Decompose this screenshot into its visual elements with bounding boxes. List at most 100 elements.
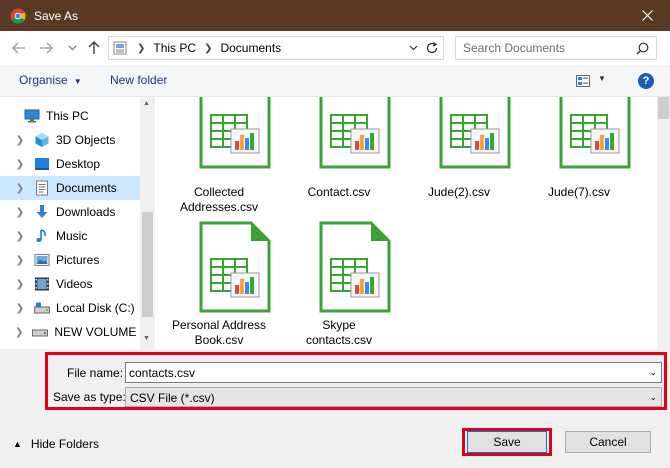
chevron-right-icon[interactable]: ❯ [15, 207, 25, 218]
chevron-down-icon[interactable]: ⌄ [649, 392, 657, 403]
nav-item-label: Pictures [56, 253, 100, 267]
forward-arrow-icon [40, 42, 53, 54]
nav-item-label: Local Disk (C:) [56, 301, 135, 315]
nav-item-label: 3D Objects [56, 133, 116, 147]
chevron-right-icon[interactable]: ❯ [15, 279, 25, 290]
chevron-down-icon [68, 45, 76, 51]
nav-item-label: Downloads [56, 205, 116, 219]
close-icon [641, 10, 653, 21]
nav-item-label: This PC [46, 109, 89, 123]
chevron-right-icon[interactable]: ❯ [15, 231, 25, 242]
nav-item-3d-objects[interactable]: ❯ 3D Objects [0, 128, 140, 152]
file-name: Personal Address [171, 318, 267, 332]
command-toolbar: Organise ▼ New folder ▼ ? [0, 65, 670, 97]
nav-item-videos[interactable]: ❯ Videos [0, 272, 140, 296]
save-button[interactable]: Save [467, 431, 547, 453]
chevron-down-icon[interactable]: ⌄ [649, 367, 657, 378]
nav-item-documents[interactable]: ❯ Documents [0, 176, 140, 200]
nav-item-pictures[interactable]: ❯ Pictures [0, 248, 140, 272]
nav-item-downloads[interactable]: ❯ Downloads [0, 200, 140, 224]
nav-item-music[interactable]: ❯ Music [0, 224, 140, 248]
save-as-type-value: CSV File (*.csv) [130, 391, 215, 405]
chevron-down-icon [409, 45, 417, 51]
close-button[interactable] [624, 0, 670, 31]
organise-label: Organise [19, 73, 68, 87]
breadcrumb-separator-icon: ❯ [204, 42, 213, 54]
file-list-scrollbar[interactable] [657, 97, 670, 349]
address-row: ❯ This PC ❯ Documents [0, 31, 670, 65]
chevron-right-icon[interactable]: ❯ [15, 303, 25, 314]
help-icon[interactable]: ? [638, 73, 654, 89]
back-button[interactable] [11, 40, 27, 56]
address-bar[interactable]: ❯ This PC ❯ Documents [108, 36, 444, 60]
new-folder-button[interactable]: New folder [110, 73, 167, 87]
refresh-icon[interactable] [425, 41, 439, 55]
hide-folders-label: Hide Folders [30, 437, 99, 451]
scrollbar-thumb[interactable] [142, 212, 153, 317]
file-name: Book.csv [194, 333, 244, 347]
save-as-type-select[interactable]: CSV File (*.csv) ⌄ [125, 387, 662, 407]
chevron-right-icon[interactable]: ❯ [15, 159, 25, 170]
scrollbar-thumb[interactable] [658, 97, 669, 119]
nav-item-label: Music [56, 229, 88, 243]
scroll-down-icon[interactable]: ▼ [143, 335, 150, 342]
chevron-right-icon[interactable]: ❯ [15, 327, 23, 338]
chrome-icon [10, 8, 26, 24]
file-name-label: File name: [67, 366, 124, 380]
file-name: Addresses.csv [179, 200, 259, 214]
nav-item-desktop[interactable]: ❯ Desktop [0, 152, 140, 176]
nav-pane-scrollbar[interactable]: ▲ ▼ [140, 97, 155, 349]
search-input[interactable] [456, 37, 626, 59]
up-button[interactable] [86, 40, 102, 56]
forward-button[interactable] [38, 40, 54, 56]
view-options-icon[interactable] [576, 75, 590, 87]
nav-item-label: Videos [56, 277, 93, 291]
downloads-icon [36, 205, 48, 218]
chevron-right-icon[interactable]: ❯ [15, 255, 25, 266]
desktop-icon [35, 158, 49, 170]
music-icon [36, 229, 46, 242]
local-disk-icon [34, 302, 50, 314]
address-dropdown-button[interactable] [407, 42, 419, 54]
breadcrumb-documents[interactable]: Documents [218, 41, 283, 55]
breadcrumb-this-pc[interactable]: This PC [151, 41, 198, 55]
scroll-up-icon[interactable]: ▲ [143, 100, 150, 107]
view-dropdown-icon[interactable]: ▼ [598, 74, 606, 83]
file-name: Skype [322, 318, 356, 332]
recent-locations-button[interactable] [64, 40, 80, 56]
spreadsheet-file-icon [199, 97, 271, 169]
file-name-field[interactable]: ⌄ [125, 362, 662, 383]
file-name: Collected [193, 185, 245, 199]
spreadsheet-file-icon [439, 97, 511, 169]
nav-item-new-volume[interactable]: ❯ NEW VOLUME (E [0, 320, 152, 344]
spreadsheet-file-icon [319, 221, 391, 313]
search-icon[interactable] [636, 42, 649, 55]
breadcrumb-separator-icon: ❯ [137, 42, 146, 54]
chevron-right-icon[interactable]: ❯ [15, 135, 25, 146]
hide-folders-button[interactable]: ▲ Hide Folders [13, 437, 99, 451]
this-pc-icon [113, 41, 127, 55]
nav-item-label: Documents [56, 181, 117, 195]
nav-item-local-disk[interactable]: ❯ Local Disk (C:) [0, 296, 140, 320]
back-arrow-icon [12, 42, 25, 54]
file-list: Collected Addresses.csv Contact.csv Jude… [155, 97, 657, 349]
nav-item-label: Desktop [56, 157, 101, 171]
documents-icon [36, 180, 48, 196]
caret-up-icon: ▲ [13, 439, 22, 449]
cancel-button[interactable]: Cancel [565, 431, 651, 453]
pictures-icon [34, 254, 50, 266]
search-box[interactable] [455, 36, 657, 60]
file-name: contacts.csv [305, 333, 373, 347]
window-title: Save As [34, 8, 79, 23]
spreadsheet-file-icon [199, 221, 271, 313]
organise-button[interactable]: Organise ▼ [19, 73, 82, 87]
nav-item-this-pc[interactable]: This PC [0, 104, 140, 128]
save-as-type-label: Save as type: [53, 390, 126, 404]
title-bar: Save As [0, 0, 670, 31]
file-name: Contact.csv [307, 185, 371, 199]
3d-objects-icon [35, 133, 49, 147]
file-name-input[interactable] [126, 363, 626, 382]
nav-item-label: NEW VOLUME (E [54, 325, 152, 339]
chevron-right-icon[interactable]: ❯ [15, 183, 25, 194]
file-name: Jude(7).csv [547, 185, 611, 199]
